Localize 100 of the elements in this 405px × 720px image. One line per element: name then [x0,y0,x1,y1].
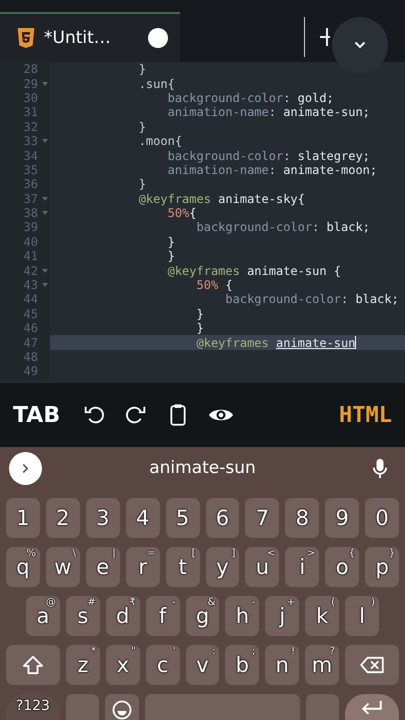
key-hint: - [252,598,256,608]
code-line: background-color: gold; [166,90,334,105]
symbols-key[interactable]: ?123 [6,694,60,720]
key[interactable]: c ' [146,645,180,685]
key-hint: ( [331,598,336,608]
plus-icon[interactable] [320,27,330,47]
key[interactable]: q % [6,547,40,587]
key[interactable]: w \ [46,547,80,587]
key[interactable]: z * [66,645,100,685]
key[interactable]: i > [285,547,320,587]
key[interactable]: j + [265,596,300,636]
key-hint: ; [252,647,256,657]
fold-caret-icon[interactable] [42,211,48,216]
html5-icon [16,27,36,49]
language-mode-label[interactable]: HTML [339,402,392,428]
code-line: 50%{ [166,206,197,220]
key[interactable]: n ! [265,645,300,685]
suggestion-word[interactable]: animate-sun [6,458,399,478]
fold-caret-icon[interactable] [42,283,48,288]
key[interactable]: o { [325,547,360,587]
code-line: 50% { [195,278,233,292]
line-number: 30 [22,90,38,105]
key[interactable]: s # [66,596,100,636]
key-hint: - [172,598,176,608]
key-hint: < [266,549,276,559]
key-hint: ) [371,598,376,608]
line-number: 32 [22,120,38,134]
key[interactable]: 4 [126,498,160,538]
key[interactable]: x " [106,645,140,685]
line-number: 43 [22,278,38,292]
key-hint: " [131,647,136,657]
microphone-icon[interactable] [373,458,387,478]
key[interactable]: d ₹ [106,596,140,636]
line-number: 38 [22,206,38,220]
key[interactable]: 9 [325,498,360,538]
shift-icon [22,655,44,675]
key-hint: = [147,549,156,559]
tab-key-button[interactable]: TAB [13,402,60,428]
code-line: @keyframes animate-sky{ [138,192,305,206]
backspace-key[interactable] [344,645,400,685]
key[interactable]: 6 [206,498,240,538]
key[interactable]: 8 [285,498,320,538]
fold-caret-icon[interactable] [42,82,48,86]
tab-title: *Untit… [44,28,112,48]
key[interactable]: r = [126,547,160,587]
code-line: } [138,120,146,134]
key[interactable]: k ( [305,596,340,636]
line-number: 44 [22,292,38,306]
key[interactable]: 3 [86,498,120,538]
key-hint: # [87,598,96,608]
key-hint: | [112,549,116,559]
key-hint: + [286,598,296,608]
unsaved-dot-icon[interactable] [148,28,168,48]
fold-caret-icon[interactable] [42,196,48,201]
key[interactable]: 1 [6,498,40,538]
key-hint: : [212,647,216,657]
key[interactable]: l ) [345,596,380,636]
line-number: 46 [22,321,38,336]
key-hint: { [348,549,356,559]
key[interactable]: v : [186,645,220,685]
key[interactable]: 0 [365,498,400,538]
key[interactable]: b ; [225,645,260,685]
fold-caret-icon[interactable] [42,268,48,273]
redo-icon[interactable] [126,404,148,426]
key[interactable]: m ? [305,645,339,685]
chevron-right-icon [22,462,29,474]
key[interactable]: u < [245,547,280,587]
line-number: 39 [22,220,38,234]
expand-button[interactable] [9,452,42,484]
line-number: 31 [22,105,38,120]
key-hint: & [208,598,216,608]
backspace-icon [358,656,385,674]
code-line: background-color: slategrey; [166,148,370,163]
key[interactable]: 5 [166,498,200,538]
shift-key[interactable] [6,645,60,685]
line-number: 42 [22,264,38,278]
file-tab[interactable]: *Untit… [0,12,180,62]
key[interactable]: a @ [26,596,60,636]
key[interactable]: g & [186,596,220,636]
key-hint: } [388,549,396,559]
code-line: } [195,306,204,321]
key[interactable]: h - [225,596,260,636]
code-line: animation-name: animate-sun; [166,105,370,120]
clipboard-icon[interactable] [170,403,186,427]
key[interactable]: t [ [166,547,200,587]
line-number: 47 [22,336,38,350]
line-number: 34 [22,148,38,163]
key-hint: ? [330,647,335,657]
key[interactable]: f - [146,596,180,636]
key-hint: ₹ [129,598,136,608]
key[interactable]: e | [86,547,120,587]
key[interactable]: y ] [206,547,240,587]
undo-icon[interactable] [82,404,104,426]
key[interactable]: 7 [245,498,280,538]
key[interactable]: 2 [46,498,80,538]
key[interactable]: p } [365,547,400,587]
line-number: 37 [22,192,38,206]
code-line: @keyframes animate-sun [195,336,356,350]
fold-caret-icon[interactable] [42,139,48,144]
smiley-icon [112,700,132,720]
